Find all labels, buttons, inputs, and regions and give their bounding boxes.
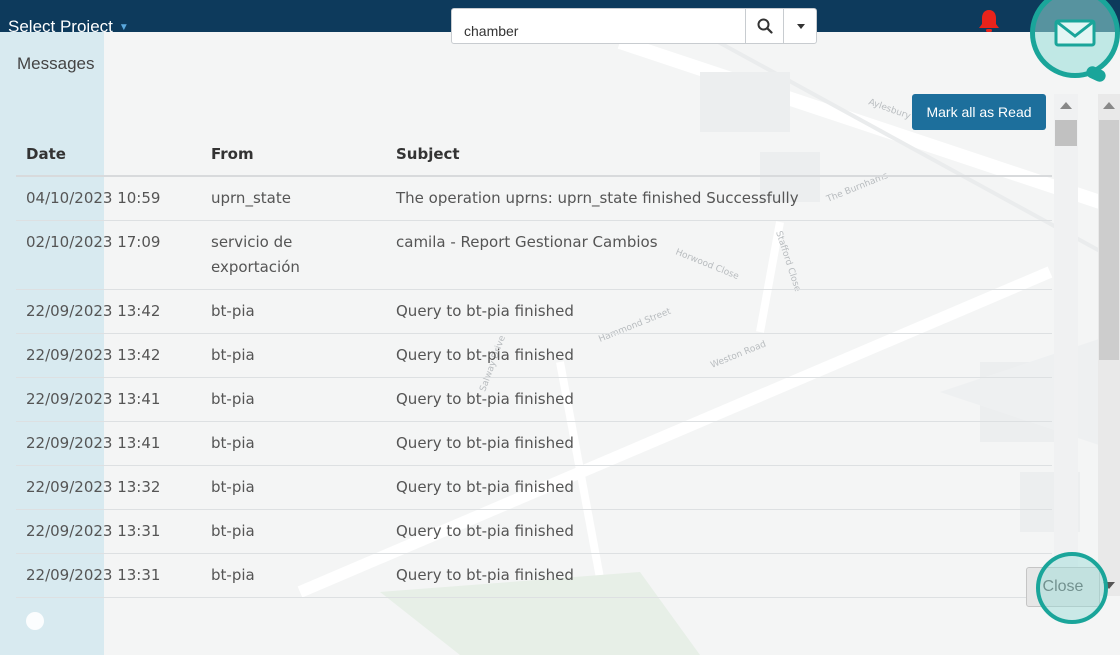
modal-title: Messages [17, 54, 95, 73]
column-header-date[interactable]: Date [16, 132, 201, 177]
table-row[interactable]: 22/09/2023 13:31 bt-pia Query to bt-pia … [16, 553, 1052, 598]
search-input[interactable] [452, 9, 745, 43]
scroll-up-arrow-icon[interactable] [1060, 102, 1072, 109]
cell-subject: Query to bt-pia finished [386, 421, 1052, 466]
search-group [451, 8, 817, 44]
search-icon [757, 18, 773, 34]
map-marker [26, 612, 44, 630]
cell-subject: Query to bt-pia finished [386, 289, 1052, 334]
cell-subject: Query to bt-pia finished [386, 333, 1052, 378]
cell-subject: Query to bt-pia finished [386, 377, 1052, 422]
cell-date: 22/09/2023 13:41 [16, 377, 201, 422]
bell-icon[interactable] [975, 7, 1003, 35]
cell-from: bt-pia [201, 333, 386, 378]
cell-from: bt-pia [201, 509, 386, 554]
table-row[interactable]: 22/09/2023 13:42 bt-pia Query to bt-pia … [16, 289, 1052, 334]
chevron-down-icon [796, 23, 805, 29]
envelope-icon [1054, 19, 1096, 47]
click-highlight-ring [1036, 552, 1108, 624]
cell-from: uprn_state [201, 176, 386, 221]
cell-date: 22/09/2023 13:41 [16, 421, 201, 466]
cell-subject: camila - Report Gestionar Cambios [386, 220, 1052, 290]
search-button[interactable] [745, 9, 783, 43]
cell-from: bt-pia [201, 421, 386, 466]
column-header-from[interactable]: From [201, 132, 386, 177]
search-dropdown-button[interactable] [783, 9, 817, 43]
mark-all-read-button[interactable]: Mark all as Read [912, 94, 1046, 130]
table-row[interactable]: 22/09/2023 13:41 bt-pia Query to bt-pia … [16, 377, 1052, 422]
table-row[interactable]: 22/09/2023 13:42 bt-pia Query to bt-pia … [16, 333, 1052, 378]
scrollbar-thumb[interactable] [1099, 120, 1119, 360]
cell-from: bt-pia [201, 289, 386, 334]
scroll-up-arrow-icon[interactable] [1103, 102, 1115, 109]
page-scrollbar[interactable] [1098, 94, 1120, 596]
column-header-subject[interactable]: Subject [386, 132, 1052, 177]
messages-table: Date From Subject 04/10/2023 10:59 uprn_… [16, 132, 1052, 598]
cell-subject: Query to bt-pia finished [386, 553, 1052, 598]
cell-date: 22/09/2023 13:31 [16, 509, 201, 554]
table-header-row: Date From Subject [16, 132, 1052, 177]
table-row[interactable]: 04/10/2023 10:59 uprn_state The operatio… [16, 176, 1052, 221]
table-row[interactable]: 22/09/2023 13:32 bt-pia Query to bt-pia … [16, 465, 1052, 510]
cell-from: bt-pia [201, 465, 386, 510]
cell-from: bt-pia [201, 377, 386, 422]
cell-subject: The operation uprns: uprn_state finished… [386, 176, 1052, 221]
cell-date: 22/09/2023 13:31 [16, 553, 201, 598]
table-row[interactable]: 22/09/2023 13:31 bt-pia Query to bt-pia … [16, 509, 1052, 554]
table-scrollbar[interactable] [1054, 94, 1078, 602]
cell-subject: Query to bt-pia finished [386, 465, 1052, 510]
cell-subject: Query to bt-pia finished [386, 509, 1052, 554]
cell-date: 22/09/2023 13:42 [16, 289, 201, 334]
table-row[interactable]: 02/10/2023 17:09 servicio de exportación… [16, 220, 1052, 290]
cell-from: servicio de exportación [201, 220, 386, 290]
cell-date: 22/09/2023 13:42 [16, 333, 201, 378]
messages-modal: Aylesbury The Burnhams Horwood Close Sta… [0, 32, 1120, 655]
table-row[interactable]: 22/09/2023 13:41 bt-pia Query to bt-pia … [16, 421, 1052, 466]
cell-date: 02/10/2023 17:09 [16, 220, 201, 290]
cell-date: 04/10/2023 10:59 [16, 176, 201, 221]
scrollbar-thumb[interactable] [1055, 120, 1077, 146]
cell-from: bt-pia [201, 553, 386, 598]
cell-date: 22/09/2023 13:32 [16, 465, 201, 510]
